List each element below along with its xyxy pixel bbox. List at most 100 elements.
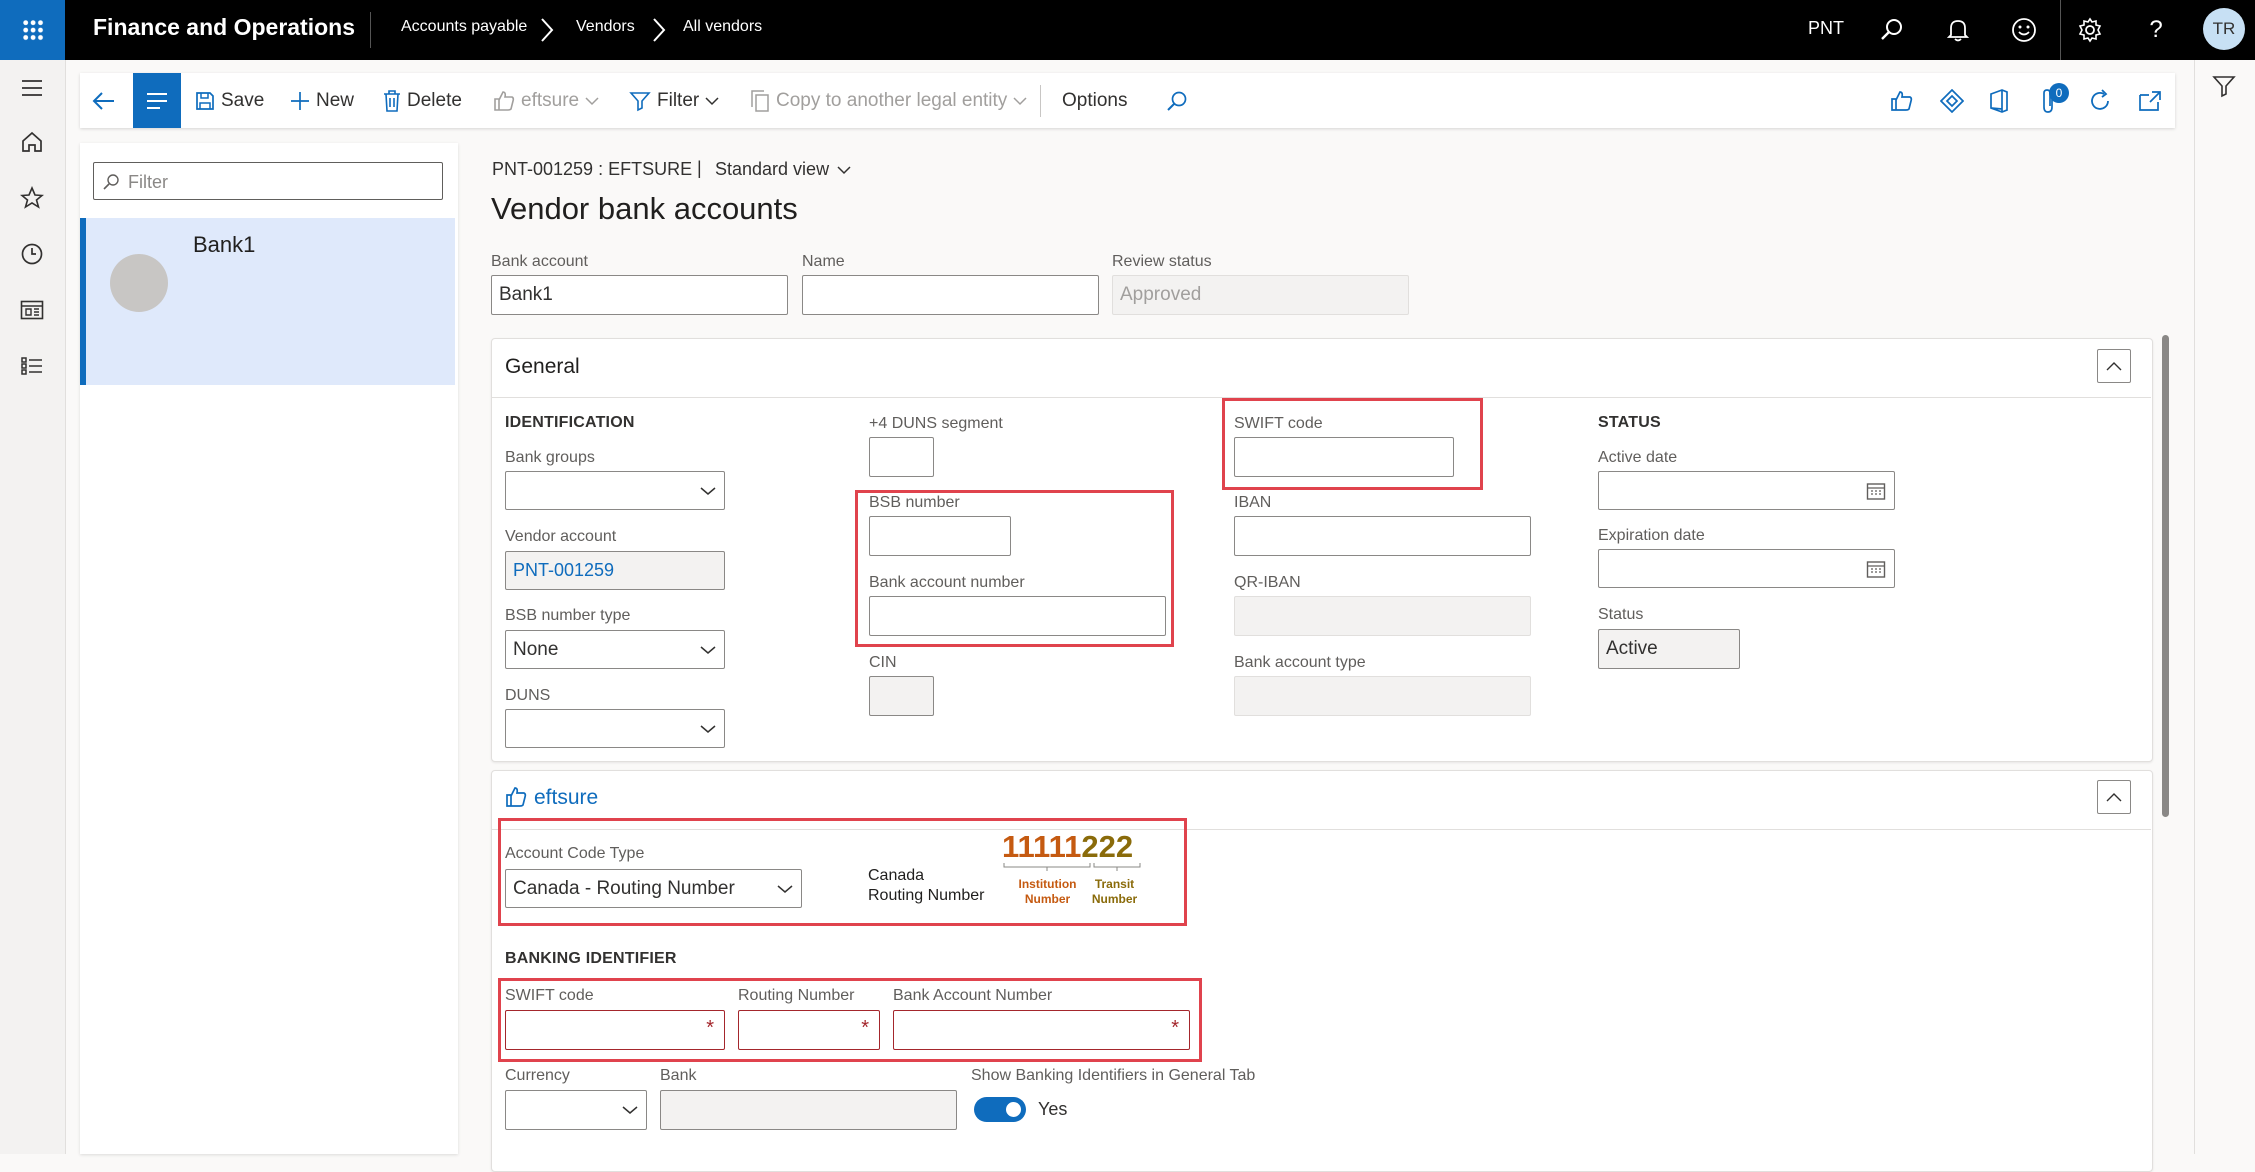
diamond-icon [1940,88,1964,113]
chevron-up-icon [2106,793,2122,802]
duns-select[interactable] [505,709,725,748]
chevron-down-icon [585,96,599,105]
modules-button[interactable] [18,352,46,380]
list-icon [21,357,42,375]
hint-line-1: Canada [868,867,925,884]
account-code-type-select[interactable]: Canada - Routing Number [505,869,802,908]
breadcrumb-all-vendors[interactable]: All vendors [683,18,762,36]
action-menu-button[interactable] [133,73,181,128]
calendar-icon[interactable] [1866,481,1886,501]
show-identifiers-toggle[interactable] [974,1097,1026,1122]
bank-account-number-input[interactable] [869,596,1166,636]
bsb-number-input[interactable] [869,516,1011,556]
search-icon [1881,19,1902,40]
swift-code-input[interactable] [1234,437,1454,477]
search-button[interactable] [1872,10,1912,50]
lines-icon [147,92,167,109]
back-arrow-icon [92,91,114,110]
eftsure-label: eftsure [521,89,580,111]
app-title[interactable]: Finance and Operations [93,14,355,41]
eftsure-verify-button[interactable] [1890,73,1914,128]
vendor-account-link[interactable]: PNT-001259 [505,551,725,590]
collapse-eftsure-button[interactable] [2097,780,2131,814]
help-button[interactable]: ? [2136,10,2176,50]
iban-input[interactable] [1234,516,1531,556]
bsb-number-type-label: BSB number type [505,607,631,624]
show-identifiers-label: Show Banking Identifiers in General Tab [971,1067,1256,1084]
eftsure-swift-code-input[interactable]: * [505,1010,725,1050]
view-selector-label: Standard view [715,159,830,179]
routing-number-input[interactable]: * [738,1010,880,1050]
trash-icon [384,89,400,112]
bank-groups-label: Bank groups [505,449,595,466]
open-new-window-button[interactable] [2138,73,2162,128]
bsb-number-type-select[interactable]: None [505,630,725,669]
active-date-input[interactable] [1598,471,1895,510]
back-button[interactable] [92,73,116,128]
copy-to-legal-entity-button[interactable]: Copy to another legal entity [750,73,1027,128]
refresh-button[interactable] [2088,73,2112,128]
filter-pane-button[interactable] [2212,74,2236,103]
delete-button[interactable]: Delete [383,73,462,128]
new-button[interactable]: New [290,73,354,128]
waffle-icon [22,19,44,41]
bank-groups-select[interactable] [505,471,725,510]
cin-field [869,676,934,716]
clock-icon [21,243,43,265]
institution-number-caption: Institution Number [1010,877,1085,907]
duns4-input[interactable] [869,437,934,477]
notifications-button[interactable] [1938,10,1978,50]
currency-label: Currency [505,1067,570,1084]
cin-label: CIN [869,654,897,671]
breadcrumb-vendors[interactable]: Vendors [576,18,635,36]
chevron-right-icon [653,18,666,42]
power-apps-button[interactable] [1940,73,1964,128]
calendar-icon[interactable] [1866,559,1886,579]
action-pane: Save New Delete eftsure Filter Copy to a… [80,73,2175,128]
recent-button[interactable] [18,240,46,268]
chevron-down-icon [777,884,793,893]
breadcrumb-accounts-payable[interactable]: Accounts payable [401,18,527,36]
favorites-button[interactable] [18,184,46,212]
divider [1040,85,1041,117]
app-launcher-button[interactable] [0,0,65,60]
collapse-general-button[interactable] [2097,349,2131,383]
routing-number-example: 11111222 [1002,829,1133,865]
active-date-label: Active date [1598,449,1678,466]
general-title[interactable]: General [505,355,580,379]
identification-header: IDENTIFICATION [505,414,635,431]
chevron-down-icon [700,645,716,654]
user-avatar[interactable]: TR [2203,8,2245,50]
currency-select[interactable] [505,1090,647,1130]
filter-button[interactable]: Filter [629,73,719,128]
eftsure-menu-button[interactable]: eftsure [493,73,599,128]
status-field: Active [1598,629,1740,669]
save-button[interactable]: Save [195,73,264,128]
eftsure-bank-account-number-input[interactable]: * [893,1010,1190,1050]
workspaces-button[interactable] [18,296,46,324]
eftsure-title[interactable]: eftsure [534,786,598,810]
list-filter-input[interactable]: Filter [93,162,443,200]
home-button[interactable] [18,128,46,156]
navigation-rail [0,60,66,1154]
view-selector[interactable]: Standard view [715,159,851,180]
settings-button[interactable] [2070,10,2110,50]
bsb-number-label: BSB number [869,494,960,511]
office-button[interactable] [1988,73,2010,128]
options-tab[interactable]: Options [1062,73,1127,128]
expand-nav-button[interactable] [18,74,46,102]
status-value: Active [1606,638,1658,659]
qr-iban-label: QR-IBAN [1234,574,1301,591]
star-icon [20,186,44,209]
workspace-icon [20,300,44,320]
vertical-scrollbar[interactable] [2162,335,2169,817]
transit-number-caption: Transit Number [1087,877,1142,907]
expiration-date-input[interactable] [1598,549,1895,588]
action-search-button[interactable] [1166,73,1188,128]
name-input[interactable] [802,275,1099,315]
filter-icon [629,91,651,111]
feedback-button[interactable] [2004,10,2044,50]
bank-account-input[interactable]: Bank1 [491,275,788,315]
company-picker[interactable]: PNT [1808,18,1844,39]
duns-label: DUNS [505,687,551,704]
